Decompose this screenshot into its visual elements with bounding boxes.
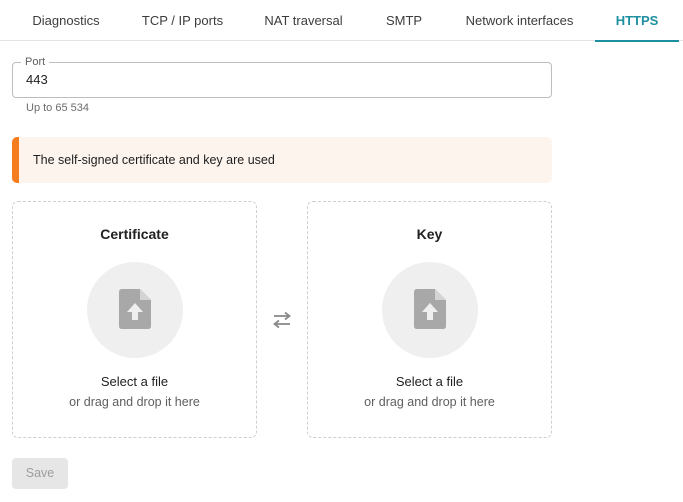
key-upload-button[interactable] xyxy=(382,262,478,358)
key-dropzone[interactable]: Key Select a file or drag and drop it he… xyxy=(307,201,552,438)
file-upload-icon xyxy=(414,289,446,329)
key-title: Key xyxy=(416,226,443,242)
swap-arrows-icon[interactable] xyxy=(271,311,293,329)
certificate-title: Certificate xyxy=(100,226,169,242)
port-hint: Up to 65 534 xyxy=(26,102,89,114)
file-upload-icon xyxy=(119,289,151,329)
tab-https[interactable]: HTTPS xyxy=(595,0,679,42)
tab-nat-traversal[interactable]: NAT traversal xyxy=(252,0,355,41)
tab-bar: Diagnostics TCP / IP ports NAT traversal… xyxy=(0,0,683,42)
port-field[interactable]: Port 443 xyxy=(12,55,552,98)
save-button[interactable]: Save xyxy=(12,458,68,489)
tab-smtp[interactable]: SMTP xyxy=(375,0,433,41)
certificate-drop-hint: or drag and drop it here xyxy=(69,395,200,409)
alert-text: The self-signed certificate and key are … xyxy=(33,153,275,167)
tab-diagnostics[interactable]: Diagnostics xyxy=(18,0,114,41)
key-select-label[interactable]: Select a file xyxy=(308,374,551,389)
tab-tcp-ip-ports[interactable]: TCP / IP ports xyxy=(130,0,235,41)
certificate-select-label[interactable]: Select a file xyxy=(13,374,256,389)
warning-alert: The self-signed certificate and key are … xyxy=(12,137,552,183)
certificate-dropzone[interactable]: Certificate Select a file or drag and dr… xyxy=(12,201,257,438)
key-drop-hint: or drag and drop it here xyxy=(364,395,495,409)
port-input[interactable]: 443 xyxy=(26,63,48,97)
certificate-upload-button[interactable] xyxy=(87,262,183,358)
tab-network-interfaces[interactable]: Network interfaces xyxy=(454,0,585,41)
